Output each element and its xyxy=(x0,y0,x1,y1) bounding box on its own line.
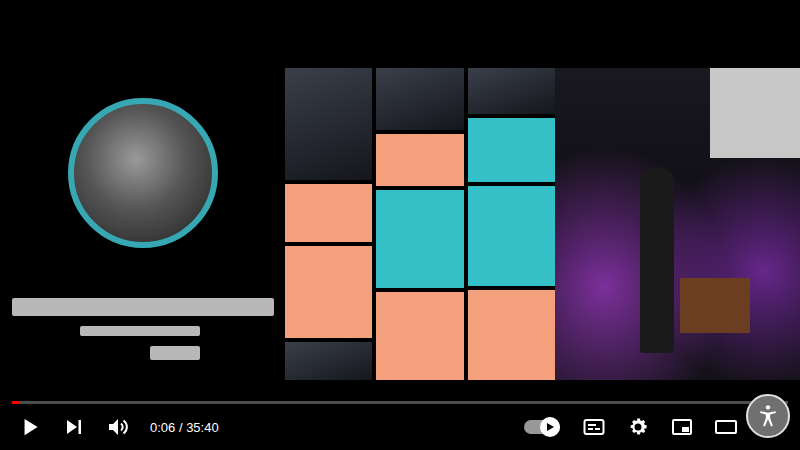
stage-crate xyxy=(680,278,750,333)
stage-screen xyxy=(710,68,800,158)
tweet-column xyxy=(468,68,555,380)
volume-icon xyxy=(106,415,130,439)
tweet-tile xyxy=(468,68,555,114)
accessibility-button[interactable] xyxy=(746,394,790,438)
accessibility-icon xyxy=(755,403,781,429)
theater-button[interactable] xyxy=(708,409,744,445)
control-row: 0:06 / 35:40 xyxy=(12,404,788,450)
subtitles-icon xyxy=(582,415,606,439)
speaker-name-block xyxy=(12,298,274,316)
speaker-figure xyxy=(640,168,674,353)
progress-bar[interactable] xyxy=(12,401,788,404)
speaker-portrait xyxy=(68,98,218,248)
talk-title-block xyxy=(80,326,200,336)
subtitles-button[interactable] xyxy=(576,409,612,445)
tweet-tile xyxy=(376,190,463,288)
play-icon xyxy=(17,414,43,440)
miniplayer-icon xyxy=(670,415,694,439)
time-display: 0:06 / 35:40 xyxy=(150,420,219,435)
autoplay-knob xyxy=(540,417,560,437)
play-button[interactable] xyxy=(12,409,48,445)
tweet-column xyxy=(285,68,372,380)
theater-icon xyxy=(714,415,738,439)
tweet-tile xyxy=(468,290,555,380)
tweet-tile xyxy=(285,246,372,338)
tweet-tile xyxy=(468,118,555,182)
tweet-tile xyxy=(376,134,463,186)
video-player[interactable]: 0:06 / 35:40 xyxy=(0,0,800,450)
left-controls: 0:06 / 35:40 xyxy=(12,409,219,445)
video-frame[interactable] xyxy=(0,0,800,395)
tweet-column xyxy=(376,68,463,380)
speaker-card xyxy=(0,68,285,380)
tweet-tile xyxy=(285,184,372,242)
tweet-tile xyxy=(285,68,372,180)
gear-icon xyxy=(626,415,650,439)
autoplay-toggle[interactable] xyxy=(524,420,560,434)
volume-button[interactable] xyxy=(100,409,136,445)
next-icon xyxy=(62,415,86,439)
stage-photo xyxy=(555,68,800,380)
settings-button[interactable] xyxy=(620,409,656,445)
miniplayer-button[interactable] xyxy=(664,409,700,445)
tweet-tile xyxy=(285,342,372,380)
next-button[interactable] xyxy=(56,409,92,445)
tweet-tile xyxy=(468,186,555,286)
progress-fill xyxy=(12,401,20,404)
tweet-wall xyxy=(285,68,555,380)
time-slot-block xyxy=(150,346,200,360)
autoplay-play-icon xyxy=(545,422,555,432)
tweet-tile xyxy=(376,68,463,130)
player-controls: 0:06 / 35:40 xyxy=(0,395,800,450)
tweet-tile xyxy=(376,292,463,380)
